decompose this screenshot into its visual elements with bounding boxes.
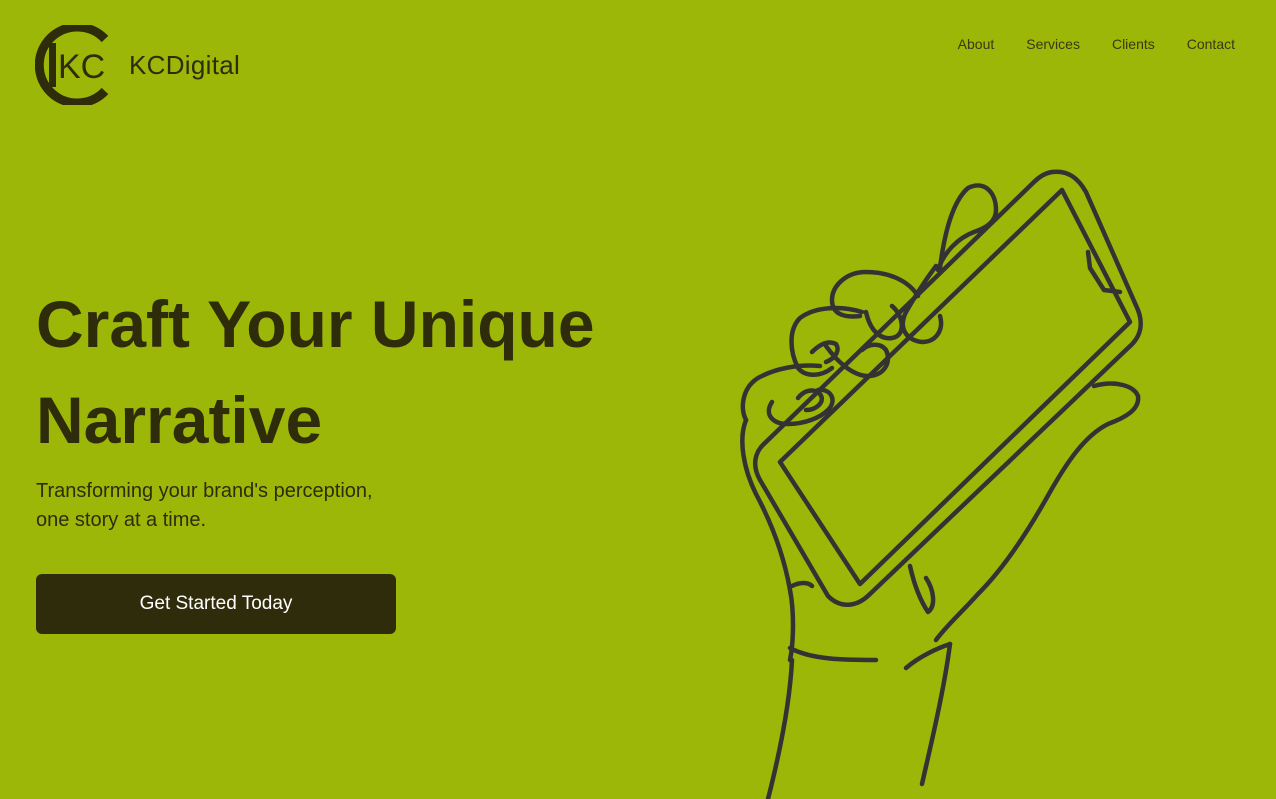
hero-title: Craft Your Unique Narrative [36, 276, 595, 468]
hero-title-line-2: Narrative [36, 383, 323, 457]
brand-logo[interactable]: KC KCDigital [35, 25, 240, 105]
hero-title-line-1: Craft Your Unique [36, 287, 595, 361]
hero-subtitle-line-2: one story at a time. [36, 509, 207, 531]
brand-name: KCDigital [129, 49, 241, 80]
hero-subtitle: Transforming your brand's perception, on… [36, 477, 373, 535]
logo-monogram: KC [58, 48, 105, 86]
kc-logo-icon: KC [35, 25, 109, 105]
main-nav: About Services Clients Contact [958, 36, 1235, 52]
get-started-button[interactable]: Get Started Today [36, 574, 396, 634]
nav-clients[interactable]: Clients [1112, 36, 1155, 52]
landing-page: KC KCDigital About Services Clients Cont… [0, 0, 1276, 799]
nav-about[interactable]: About [958, 36, 995, 52]
nav-services[interactable]: Services [1026, 36, 1080, 52]
nav-contact[interactable]: Contact [1187, 36, 1235, 52]
hand-holding-phone-icon [740, 169, 1143, 799]
hero-subtitle-line-1: Transforming your brand's perception, [36, 480, 373, 502]
